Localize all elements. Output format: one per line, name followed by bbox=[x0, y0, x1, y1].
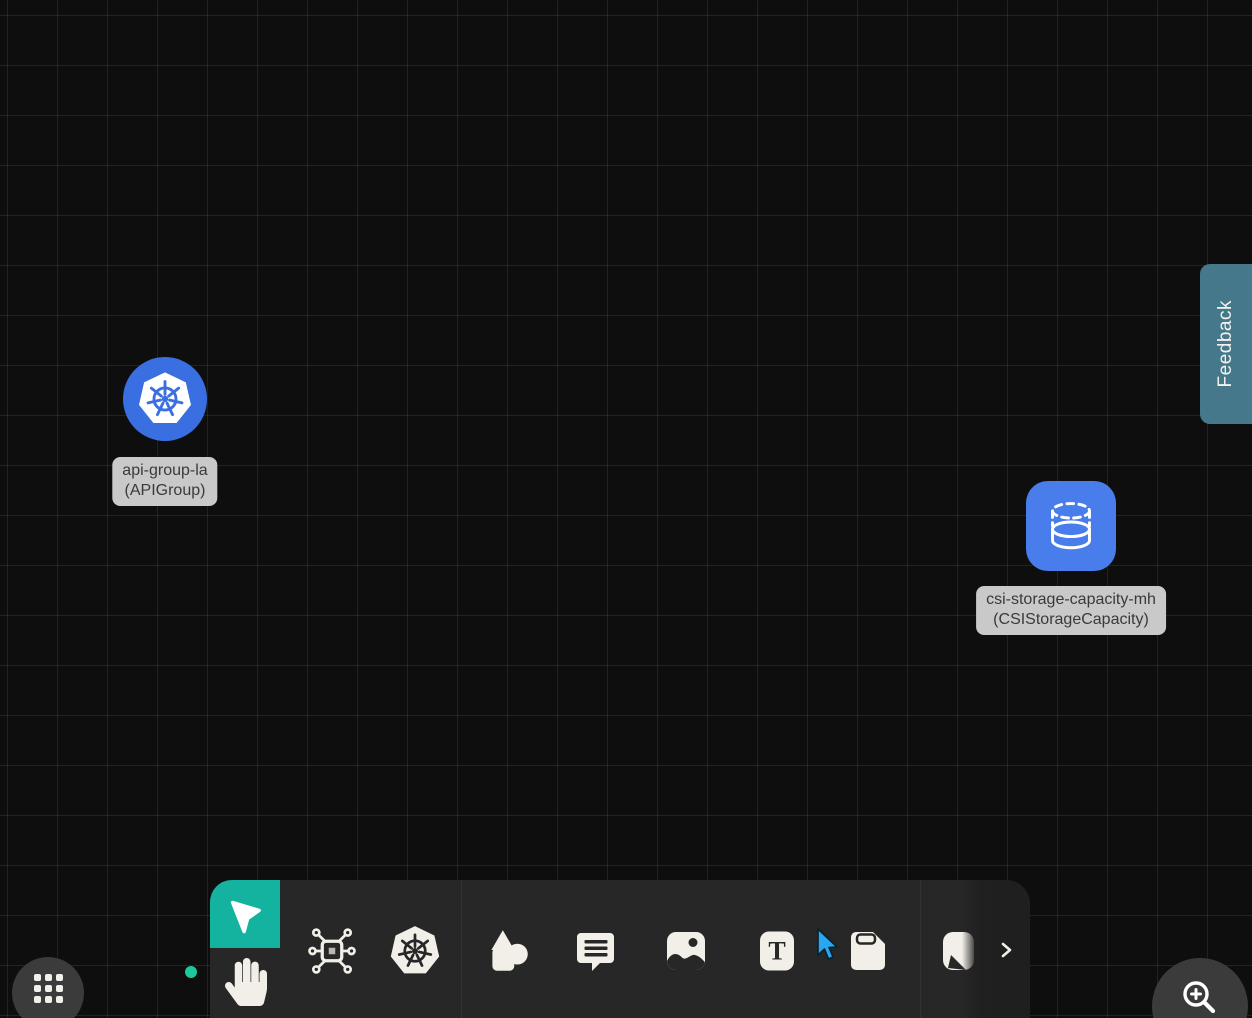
text-tool-button[interactable]: T bbox=[750, 924, 804, 978]
node-label-csi-storage-capacity[interactable]: csi-storage-capacity-mh (CSIStorageCapac… bbox=[976, 586, 1166, 635]
save-tool-button[interactable] bbox=[841, 924, 895, 978]
node-api-group[interactable] bbox=[123, 357, 207, 441]
node-label-name: api-group-la bbox=[122, 461, 207, 481]
node-label-kind: (APIGroup) bbox=[122, 481, 207, 501]
image-tool-button[interactable] bbox=[659, 924, 713, 978]
node-label-name: csi-storage-capacity-mh bbox=[986, 590, 1156, 610]
comment-bubble-icon bbox=[571, 926, 621, 976]
cursor-arrow-icon bbox=[223, 892, 267, 936]
status-dot bbox=[185, 966, 197, 978]
circuit-chip-icon bbox=[306, 925, 358, 977]
toolbar: T bbox=[210, 880, 1030, 1018]
kubernetes-icon bbox=[388, 924, 442, 978]
comment-tool-button[interactable] bbox=[569, 924, 623, 978]
connection-tool-button[interactable] bbox=[305, 924, 359, 978]
shapes-tool-button[interactable] bbox=[481, 924, 535, 978]
shapes-icon bbox=[482, 925, 534, 977]
more-tools-button[interactable] bbox=[986, 930, 1026, 970]
pan-tool-button[interactable] bbox=[220, 952, 272, 1012]
feedback-tab[interactable]: Feedback bbox=[1200, 264, 1252, 424]
node-label-api-group[interactable]: api-group-la (APIGroup) bbox=[112, 457, 217, 506]
diagram-canvas[interactable]: api-group-la (APIGroup) csi-storage-capa… bbox=[0, 0, 1252, 1018]
apps-menu-button[interactable] bbox=[12, 957, 84, 1018]
node-label-kind: (CSIStorageCapacity) bbox=[986, 610, 1156, 630]
feedback-tab-label: Feedback bbox=[1215, 300, 1237, 387]
text-icon: T bbox=[752, 926, 802, 976]
floppy-disk-icon bbox=[843, 926, 893, 976]
select-tool-button[interactable] bbox=[210, 880, 280, 948]
svg-text:T: T bbox=[768, 937, 785, 966]
node-csi-storage-capacity[interactable] bbox=[1026, 481, 1116, 571]
apps-grid-icon bbox=[34, 974, 63, 1003]
hand-icon bbox=[225, 957, 267, 1007]
kubernetes-tool-button[interactable] bbox=[388, 924, 442, 978]
toolbar-divider bbox=[920, 880, 921, 1018]
image-icon bbox=[661, 926, 711, 976]
zoom-in-icon bbox=[1179, 978, 1221, 1018]
kubernetes-logo-icon bbox=[136, 370, 194, 428]
toolbar-divider bbox=[461, 880, 462, 1018]
storage-cylinder-icon bbox=[1038, 493, 1104, 559]
zoom-in-button[interactable] bbox=[1152, 958, 1248, 1018]
chevron-right-icon bbox=[997, 941, 1015, 959]
